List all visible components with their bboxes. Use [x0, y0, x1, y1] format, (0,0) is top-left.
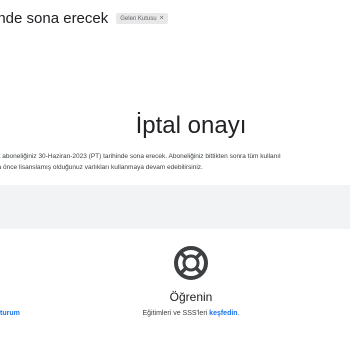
explore-link[interactable]: keşfedin	[209, 310, 237, 317]
message-line-2: ha önce lisanslamış olduğunuz varlıkları…	[0, 164, 203, 171]
email-subject: inde sona erecek	[0, 10, 109, 27]
remove-label-icon[interactable]: ×	[160, 15, 164, 22]
left-action-link[interactable]: turum	[0, 310, 20, 317]
inbox-label-text: Gelen Kutusu	[120, 15, 157, 22]
page-title: İptal onayı	[135, 112, 247, 139]
learn-desc-text: Eğitimleri ve SSS'leri	[142, 310, 210, 317]
learn-desc-end: .	[237, 310, 240, 317]
gray-banner	[0, 185, 350, 229]
inbox-label-chip[interactable]: Gelen Kutusu ×	[116, 13, 168, 24]
message-line-1: ck aboneliğiniz 30-Haziran-2023 (PT) tar…	[0, 153, 281, 160]
lifebuoy-icon	[174, 246, 208, 280]
learn-description: Eğitimleri ve SSS'leri keşfedin.	[111, 310, 271, 317]
email-view: inde sona erecek Gelen Kutusu × İptal on…	[0, 0, 350, 350]
cancellation-message: ck aboneliğiniz 30-Haziran-2023 (PT) tar…	[0, 151, 350, 173]
learn-title: Öğrenin	[169, 290, 213, 304]
email-subject-row: inde sona erecek Gelen Kutusu ×	[0, 10, 168, 27]
